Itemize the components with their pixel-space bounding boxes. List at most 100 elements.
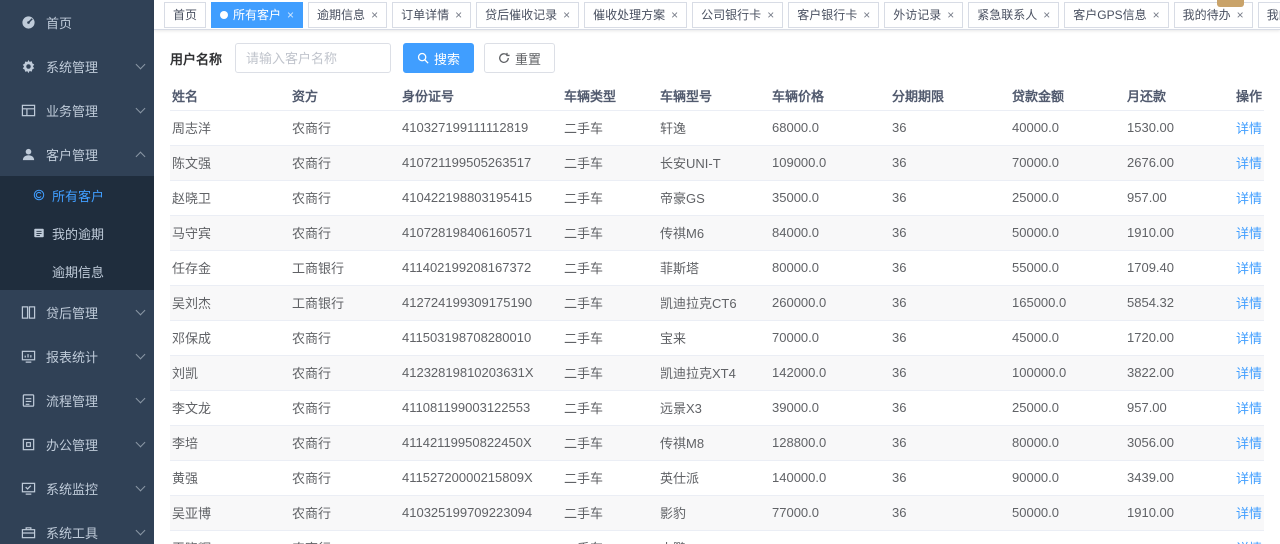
sidebar-item-label: 报表统计 <box>46 347 98 366</box>
sidebar-item-customer-mgmt[interactable]: 客户管理 <box>0 132 154 176</box>
sidebar-item-business-mgmt[interactable]: 业务管理 <box>0 88 154 132</box>
view-tab[interactable]: 客户银行卡 × <box>788 2 879 28</box>
view-tab[interactable]: 客户GPS信息 × <box>1064 2 1168 28</box>
sidebar-item-my-overdue[interactable]: 我的逾期 <box>0 214 154 252</box>
sidebar-item-postloan-mgmt[interactable]: 贷后管理 <box>0 290 154 334</box>
cell-vehicle-model: 小鹏 <box>658 530 770 544</box>
cell-name: 李文龙 <box>170 390 290 425</box>
chevron-up-icon <box>136 151 146 161</box>
reset-button[interactable]: 重置 <box>484 43 555 73</box>
table-row: 马守宾 农商行 410728198406160571 二手车 传祺M6 8400… <box>170 215 1264 250</box>
table-row: 吴刘杰 工商银行 412724199309175190 二手车 凯迪拉克CT6 … <box>170 285 1264 320</box>
cell-name: 刘凯 <box>170 355 290 390</box>
cell-vehicle-model: 传祺M8 <box>658 425 770 460</box>
close-icon[interactable]: × <box>947 9 954 21</box>
refresh-icon <box>498 52 510 64</box>
view-tab[interactable]: 我的流程 × <box>1258 2 1280 28</box>
cell-id-number <box>400 530 562 544</box>
detail-link[interactable]: 详情 <box>1236 401 1262 416</box>
search-icon <box>417 52 429 64</box>
sidebar-item-process-mgmt[interactable]: 流程管理 <box>0 378 154 422</box>
chevron-down-icon <box>136 306 146 316</box>
view-tab[interactable]: 紧急联系人 × <box>968 2 1059 28</box>
process-icon <box>20 392 36 408</box>
sidebar-item-system-tools[interactable]: 系统工具 <box>0 510 154 544</box>
cell-funder: 工商银行 <box>290 285 400 320</box>
detail-link[interactable]: 详情 <box>1236 436 1262 451</box>
cell-vehicle-price: 140000.0 <box>770 460 890 495</box>
customer-submenu: 所有客户 我的逾期 逾期信息 <box>0 176 154 290</box>
sidebar-item-system-monitor[interactable]: 系统监控 <box>0 466 154 510</box>
chevron-down-icon <box>136 438 146 448</box>
close-icon[interactable]: × <box>1237 9 1244 21</box>
cell-term: 36 <box>890 460 1010 495</box>
sidebar-item-all-customers[interactable]: 所有客户 <box>0 176 154 214</box>
cell-funder: 农商行 <box>290 425 400 460</box>
cell-monthly-payment: 1709.40 <box>1125 250 1210 285</box>
cell-term: 36 <box>890 250 1010 285</box>
customer-name-input[interactable] <box>235 43 391 73</box>
view-tab[interactable]: 订单详情 × <box>392 2 471 28</box>
close-icon[interactable]: × <box>1043 9 1050 21</box>
view-tab[interactable]: 逾期信息 × <box>308 2 387 28</box>
cell-funder: 农商行 <box>290 180 400 215</box>
overdue-book-icon <box>32 227 45 240</box>
view-tab[interactable]: 公司银行卡 × <box>692 2 783 28</box>
close-icon[interactable]: × <box>863 9 870 21</box>
col-header-vehicle-model: 车辆型号 <box>658 82 770 110</box>
avatar[interactable] <box>1217 0 1244 7</box>
cell-monthly-payment: 5854.32 <box>1125 285 1210 320</box>
close-icon[interactable]: × <box>287 9 294 21</box>
view-tab[interactable]: 所有客户 × <box>211 2 303 28</box>
cell-monthly-payment: 3439.00 <box>1125 460 1210 495</box>
tab-label: 紧急联系人 <box>977 6 1037 23</box>
sidebar-item-home[interactable]: 首页 <box>0 0 154 44</box>
cell-name: 周志洋 <box>170 110 290 145</box>
user-icon <box>20 146 36 162</box>
close-icon[interactable]: × <box>671 9 678 21</box>
view-tab[interactable]: 贷后催收记录 × <box>476 2 579 28</box>
view-tab[interactable]: 外访记录 × <box>884 2 963 28</box>
close-icon[interactable]: × <box>563 9 570 21</box>
main-content: 首页 所有客户 × 逾期信息 × 订单详情 × 贷后催收记录 × 催收处理方案 <box>154 0 1280 544</box>
sidebar-item-report-stats[interactable]: 报表统计 <box>0 334 154 378</box>
cell-vehicle-price: 80000.0 <box>770 250 890 285</box>
sidebar-item-overdue-info[interactable]: 逾期信息 <box>0 252 154 290</box>
postloan-icon <box>20 304 36 320</box>
detail-link[interactable]: 详情 <box>1236 331 1262 346</box>
chevron-down-icon <box>136 482 146 492</box>
search-button[interactable]: 搜索 <box>403 43 474 73</box>
cell-name: 李培 <box>170 425 290 460</box>
close-icon[interactable]: × <box>767 9 774 21</box>
close-icon[interactable]: × <box>1153 9 1160 21</box>
cell-name: 黄强 <box>170 460 290 495</box>
detail-link[interactable]: 详情 <box>1236 156 1262 171</box>
chevron-down-icon <box>136 104 146 114</box>
detail-link[interactable]: 详情 <box>1236 296 1262 311</box>
view-tab[interactable]: 首页 <box>164 2 206 28</box>
table-row: 陈文强 农商行 410721199505263517 二手车 长安UNI-T 1… <box>170 145 1264 180</box>
detail-link[interactable]: 详情 <box>1236 366 1262 381</box>
col-header-monthly-payment: 月还款 <box>1125 82 1210 110</box>
search-button-label: 搜索 <box>434 49 460 68</box>
detail-link[interactable]: 详情 <box>1236 191 1262 206</box>
col-header-funder: 资方 <box>290 82 400 110</box>
dashboard-icon <box>20 14 36 30</box>
cell-id-number: 41232819810203631X <box>400 355 562 390</box>
gear-icon <box>20 58 36 74</box>
sidebar-item-system-mgmt[interactable]: 系统管理 <box>0 44 154 88</box>
detail-link[interactable]: 详情 <box>1236 226 1262 241</box>
cell-id-number: 41152720000215809X <box>400 460 562 495</box>
detail-link[interactable]: 详情 <box>1236 471 1262 486</box>
view-tab[interactable]: 催收处理方案 × <box>584 2 687 28</box>
cell-vehicle-price: 39000.0 <box>770 390 890 425</box>
detail-link[interactable]: 详情 <box>1236 121 1262 136</box>
detail-link[interactable]: 详情 <box>1236 261 1262 276</box>
close-icon[interactable]: × <box>371 9 378 21</box>
customers-icon <box>32 189 45 202</box>
cell-name: 吴刘杰 <box>170 285 290 320</box>
tab-label: 我的待办 <box>1183 6 1231 23</box>
sidebar-item-office-mgmt[interactable]: 办公管理 <box>0 422 154 466</box>
detail-link[interactable]: 详情 <box>1236 506 1262 521</box>
close-icon[interactable]: × <box>455 9 462 21</box>
